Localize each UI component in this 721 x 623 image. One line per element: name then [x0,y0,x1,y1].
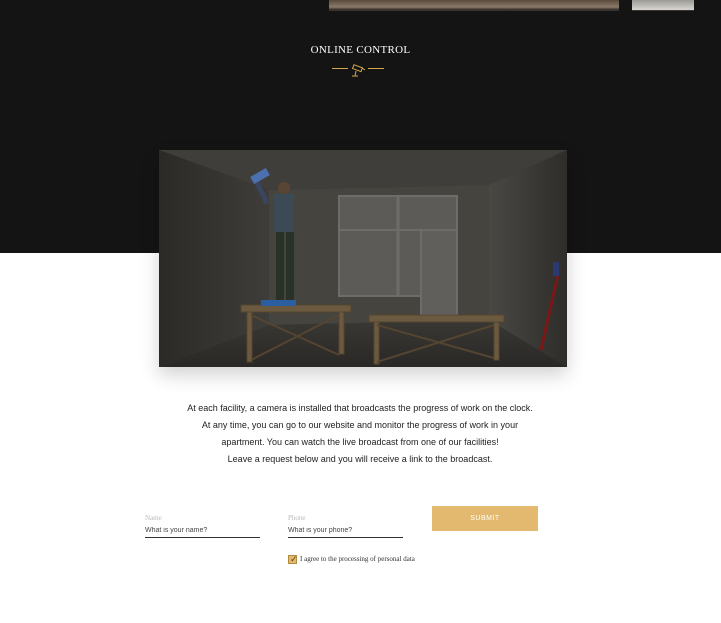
name-input[interactable] [145,523,260,538]
agree-checkbox[interactable]: ✓ [288,553,298,564]
description-line: At any time, you can go to our website a… [201,420,519,430]
description-line: At each facility, a camera is installed … [187,403,533,413]
phone-label: Phone [288,514,306,522]
description-text: At each facility, a camera is installed … [150,400,570,468]
ornament-line-left [332,68,348,69]
title-ornament [332,63,384,83]
description-line: apartment. You can watch the live broadc… [221,437,499,447]
name-label: Name [145,514,162,522]
gallery-thumbnail[interactable] [632,0,694,11]
ornament-line-right [368,68,384,69]
agree-consent: ✓ I agree to the processing of personal … [288,553,415,565]
checkmark-icon: ✓ [290,553,298,564]
phone-input[interactable] [288,523,403,538]
agree-label: I agree to the processing of personal da… [300,555,415,563]
section-title: ONLINE CONTROL [310,44,411,56]
description-line: Leave a request below and you will recei… [227,454,493,464]
submit-button[interactable]: SUBMIT [432,506,538,531]
name-field-group: Name [145,514,260,538]
worker-painting-ceiling-photo [159,150,567,367]
phone-field-group: Phone [288,514,403,538]
gallery-thumbnail[interactable] [329,0,619,11]
